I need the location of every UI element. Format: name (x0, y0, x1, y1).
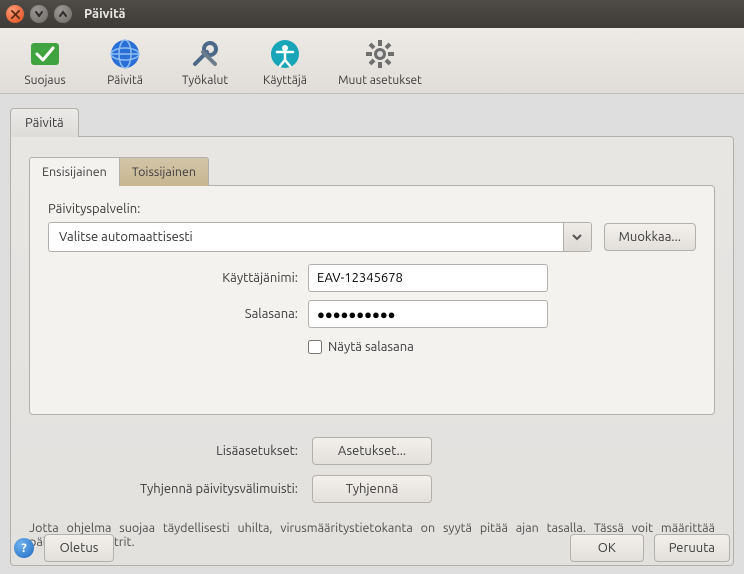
edit-server-button[interactable]: Muokkaa... (604, 223, 696, 251)
shield-check-icon (29, 38, 61, 70)
toolbar-item-protection[interactable]: Suojaus (10, 36, 80, 89)
gear-icon (364, 38, 396, 70)
help-icon[interactable]: ? (14, 538, 34, 558)
show-password-checkbox[interactable] (308, 340, 322, 354)
tools-icon (189, 38, 221, 70)
outer-tabbar: Päivitä (10, 108, 734, 137)
toolbar-item-user[interactable]: Käyttäjä (250, 36, 320, 89)
defaults-button[interactable]: Oletus (44, 534, 114, 562)
titlebar: Päivitä (0, 0, 744, 28)
advanced-settings-button[interactable]: Asetukset... (312, 437, 432, 465)
clear-cache-label: Tyhjennä päivitysvälimuisti: (29, 482, 312, 496)
tab-primary[interactable]: Ensisijainen (29, 157, 120, 186)
toolbar-label: Päivitä (107, 74, 143, 87)
username-label: Käyttäjänimi: (48, 271, 308, 285)
chevron-down-icon (572, 232, 582, 242)
minimize-icon[interactable] (30, 5, 48, 23)
server-selected-value: Valitse automaattisesti (49, 230, 563, 244)
tab-secondary[interactable]: Toissijainen (120, 157, 209, 186)
server-select[interactable]: Valitse automaattisesti (48, 222, 592, 252)
server-label: Päivityspalvelin: (48, 202, 696, 216)
show-password-label: Näytä salasana (328, 340, 414, 354)
maximize-icon[interactable] (54, 5, 72, 23)
globe-icon (109, 38, 141, 70)
tab-update[interactable]: Päivitä (10, 108, 79, 137)
window-title: Päivitä (84, 7, 126, 21)
cancel-button[interactable]: Peruuta (654, 534, 730, 562)
outer-panel: Ensisijainen Toissijainen Päivityspalvel… (10, 136, 734, 566)
toolbar-item-tools[interactable]: Työkalut (170, 36, 240, 89)
toolbar-label: Muut asetukset (338, 74, 422, 87)
advanced-label: Lisäasetukset: (29, 444, 312, 458)
toolbar-item-update[interactable]: Päivitä (90, 36, 160, 89)
toolbar-label: Työkalut (182, 74, 228, 87)
toolbar-item-other-settings[interactable]: Muut asetukset (330, 36, 430, 89)
dropdown-button[interactable] (563, 223, 591, 251)
inner-panel: Päivityspalvelin: Valitse automaattisest… (29, 185, 715, 415)
password-label: Salasana: (48, 307, 308, 321)
toolbar: Suojaus Päivitä Työkalut Käyttäjä Muut a… (0, 28, 744, 94)
ok-button[interactable]: OK (570, 534, 644, 562)
password-field[interactable] (308, 300, 548, 328)
username-field[interactable] (308, 264, 548, 292)
inner-tabbar: Ensisijainen Toissijainen (29, 157, 715, 186)
close-icon[interactable] (6, 5, 24, 23)
user-accessibility-icon (269, 38, 301, 70)
toolbar-label: Käyttäjä (263, 74, 307, 87)
clear-cache-button[interactable]: Tyhjennä (312, 475, 432, 503)
bottom-bar: ? Oletus OK Peruuta (14, 534, 730, 562)
toolbar-label: Suojaus (24, 74, 65, 87)
